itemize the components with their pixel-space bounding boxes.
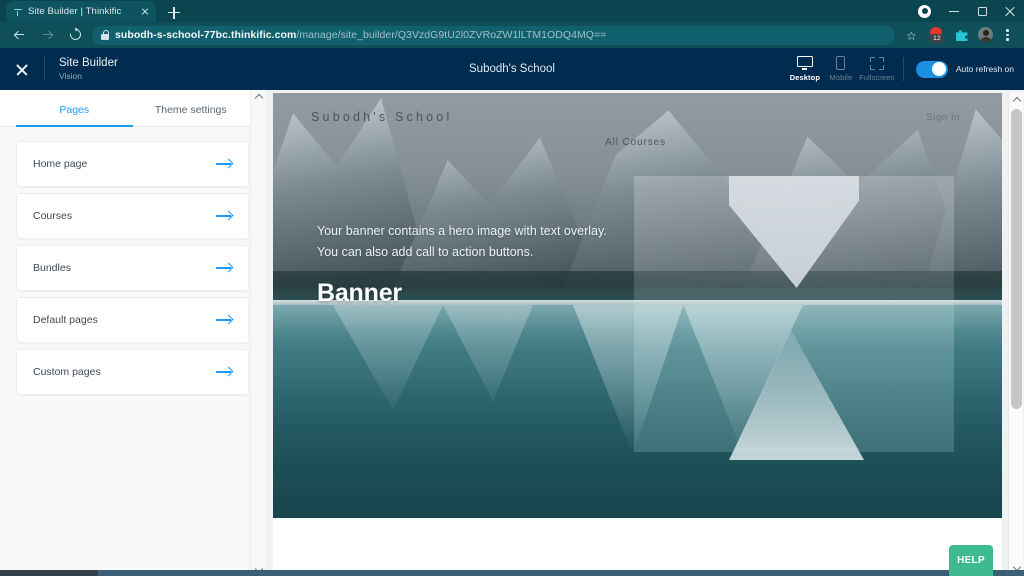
- preview-site-nav: Subodh's School Sign In: [273, 93, 1002, 141]
- auto-refresh-control: Auto refresh on: [916, 61, 1014, 78]
- arrow-right-icon: [216, 366, 232, 378]
- thinkific-favicon-icon: [13, 7, 23, 17]
- preview-all-courses-link[interactable]: All Courses: [605, 137, 666, 148]
- mobile-icon: [836, 56, 845, 70]
- back-button[interactable]: [6, 22, 32, 48]
- browser-window: Site Builder | Thinkific subodh-s-school…: [0, 0, 1024, 576]
- page-label: Bundles: [33, 262, 71, 274]
- bookmark-star-icon[interactable]: ☆: [901, 22, 924, 48]
- profile-avatar[interactable]: [974, 22, 997, 48]
- preview-sign-in-link[interactable]: Sign In: [926, 112, 960, 123]
- tab-pages-label: Pages: [59, 104, 89, 116]
- browser-tab-title: Site Builder | Thinkific: [28, 6, 134, 17]
- sidebar-item-courses[interactable]: Courses: [16, 193, 249, 239]
- address-bar[interactable]: subodh-s-school-77bc.thinkific.com/manag…: [92, 26, 895, 45]
- star-glyph: ☆: [906, 30, 917, 42]
- sidebar-item-default-pages[interactable]: Default pages: [16, 297, 249, 343]
- reload-button[interactable]: [62, 22, 88, 48]
- preview-site-name: Subodh's School: [311, 110, 452, 124]
- extension-badge-icon[interactable]: 12: [925, 22, 949, 48]
- hero-overlay-image: [634, 176, 954, 452]
- header-controls: Desktop Mobile Fullscreen Auto refresh o…: [787, 56, 1014, 82]
- preview-scroll-thumb[interactable]: [1011, 109, 1022, 409]
- sidebar-item-bundles[interactable]: Bundles: [16, 245, 249, 291]
- theme-name: Vision: [59, 70, 118, 82]
- builder-sidebar: Pages Theme settings Home page Courses B…: [0, 90, 265, 576]
- device-label-desktop: Desktop: [790, 73, 820, 82]
- os-taskbar: [0, 570, 1024, 576]
- builder-body: Pages Theme settings Home page Courses B…: [0, 90, 1024, 576]
- desktop-icon: [797, 56, 813, 70]
- extension-badge-count: 12: [930, 34, 944, 43]
- app-title: Site Builder: [59, 56, 118, 70]
- device-toggle-desktop[interactable]: Desktop: [787, 56, 823, 82]
- sidebar-scrollbar[interactable]: [250, 90, 265, 576]
- toolbar-actions: ☆ 12: [901, 22, 1018, 48]
- toggle-knob: [932, 62, 946, 76]
- lock-icon: [101, 30, 109, 40]
- hero-banner-section: Subodh's School Sign In All Courses Your…: [273, 93, 1002, 518]
- banner-heading: Banner: [317, 279, 617, 308]
- arrow-right-icon: [216, 158, 232, 170]
- window-controls: [918, 0, 1024, 22]
- browser-menu-icon[interactable]: [998, 22, 1016, 48]
- url-text: subodh-s-school-77bc.thinkific.com/manag…: [115, 29, 606, 41]
- header-divider-2: [903, 57, 904, 81]
- browser-tab-strip: Site Builder | Thinkific: [0, 0, 1024, 22]
- new-tab-button[interactable]: [163, 2, 185, 22]
- preview-pane: Subodh's School Sign In All Courses Your…: [265, 90, 1024, 576]
- site-builder-brand: Site Builder Vision: [45, 56, 118, 82]
- page-label: Courses: [33, 210, 72, 222]
- url-host: subodh-s-school-77bc.thinkific.com: [115, 29, 296, 41]
- site-preview-frame: Subodh's School Sign In All Courses Your…: [273, 93, 1002, 574]
- browser-toolbar: subodh-s-school-77bc.thinkific.com/manag…: [0, 22, 1024, 48]
- extensions-puzzle-icon[interactable]: [950, 22, 973, 48]
- preview-scrollbar[interactable]: [1008, 93, 1023, 574]
- device-label-fullscreen: Fullscreen: [859, 73, 895, 82]
- sidebar-item-custom-pages[interactable]: Custom pages: [16, 349, 249, 395]
- device-label-mobile: Mobile: [830, 73, 853, 82]
- site-builder-header: Site Builder Vision Subodh's School Desk…: [0, 48, 1024, 90]
- tab-close-icon[interactable]: [139, 6, 151, 18]
- tab-pages[interactable]: Pages: [16, 90, 133, 126]
- device-toggle-mobile[interactable]: Mobile: [823, 56, 859, 82]
- help-button[interactable]: HELP: [949, 545, 993, 576]
- page-list: Home page Courses Bundles Default pages …: [8, 127, 257, 401]
- banner-subtext: Your banner contains a hero image with t…: [317, 221, 617, 263]
- page-label: Home page: [33, 158, 87, 170]
- recording-indicator-icon[interactable]: [918, 5, 931, 18]
- tab-theme-settings[interactable]: Theme settings: [133, 90, 250, 126]
- sidebar-scroll-up-icon[interactable]: [251, 90, 266, 104]
- below-hero-section: All products: [273, 518, 1002, 574]
- page-label: Custom pages: [33, 366, 101, 378]
- arrow-right-icon: [216, 262, 232, 274]
- window-maximize-button[interactable]: [968, 0, 996, 22]
- device-toggle-fullscreen[interactable]: Fullscreen: [859, 57, 895, 82]
- sidebar-item-home-page[interactable]: Home page: [16, 141, 249, 187]
- browser-tab[interactable]: Site Builder | Thinkific: [6, 1, 156, 22]
- auto-refresh-label: Auto refresh on: [956, 64, 1014, 74]
- tab-theme-settings-label: Theme settings: [155, 104, 227, 116]
- arrow-right-icon: [216, 314, 232, 326]
- banner-content: Your banner contains a hero image with t…: [317, 221, 617, 308]
- forward-button[interactable]: [34, 22, 60, 48]
- auto-refresh-toggle[interactable]: [916, 61, 948, 78]
- arrow-right-icon: [216, 210, 232, 222]
- url-path: /manage/site_builder/Q3VzdG9tU2l0ZVRoZW1…: [296, 29, 606, 41]
- window-minimize-button[interactable]: [940, 0, 968, 22]
- window-close-button[interactable]: [996, 0, 1024, 22]
- page-label: Default pages: [33, 314, 98, 326]
- exit-site-builder-button[interactable]: [0, 48, 44, 90]
- sidebar-tabs: Pages Theme settings: [0, 90, 265, 127]
- preview-scroll-up-icon[interactable]: [1009, 93, 1024, 107]
- fullscreen-icon: [870, 57, 884, 70]
